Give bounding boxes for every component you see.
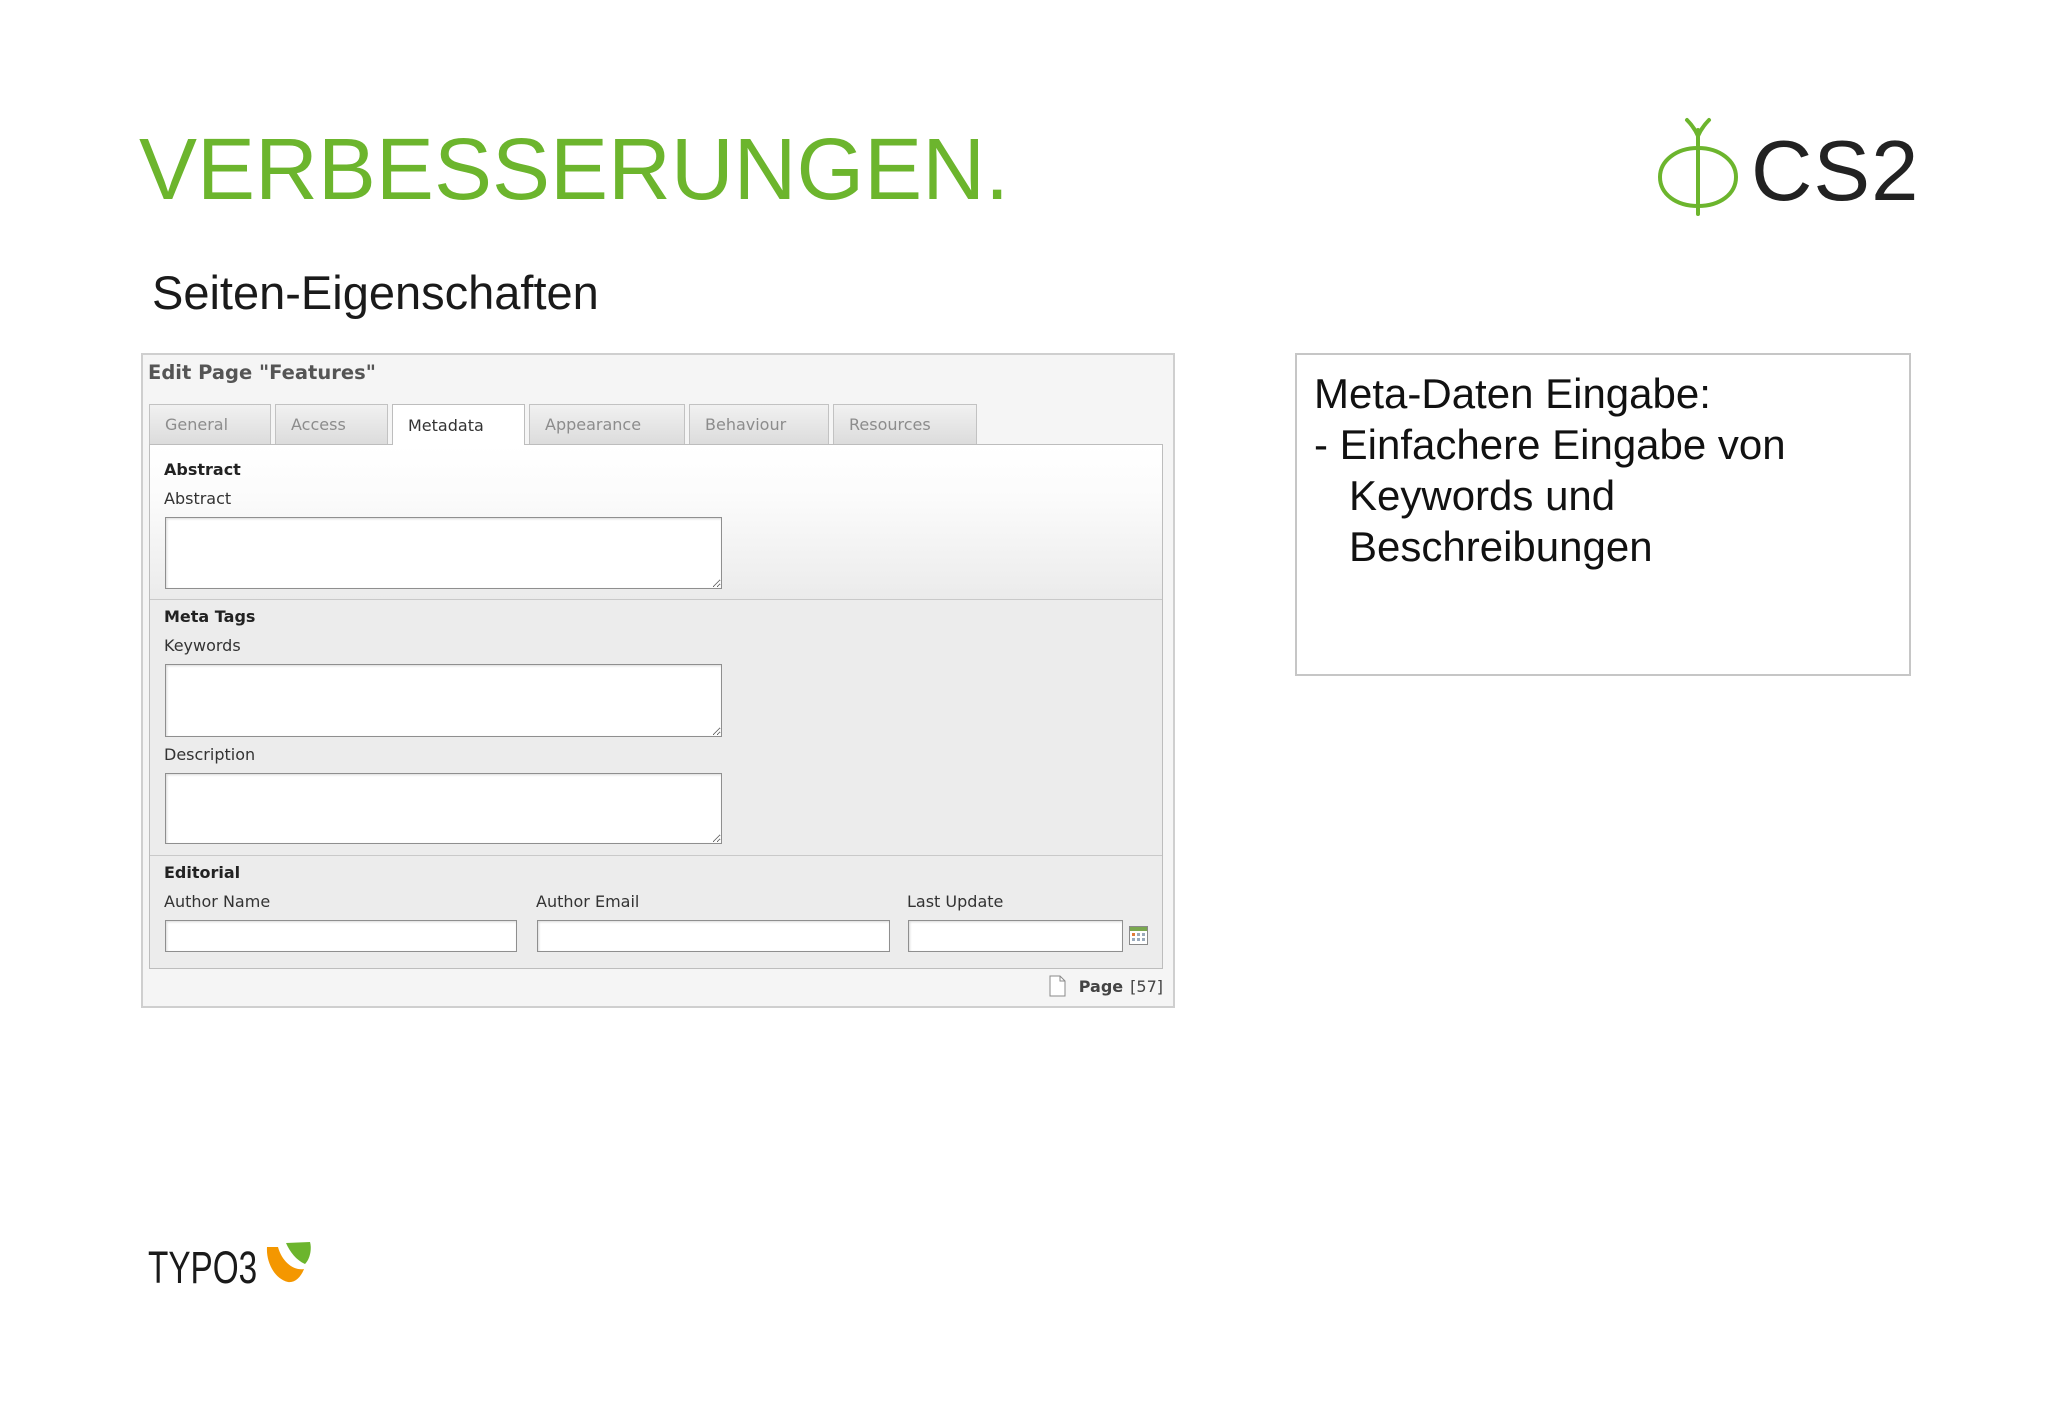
- last-update-input[interactable]: [908, 920, 1123, 952]
- cs2-logo: CS2: [1654, 116, 1924, 219]
- typo3-logo: TYPO3: [148, 1240, 318, 1293]
- author-email-label: Author Email: [536, 892, 640, 911]
- note-line: - Einfachere Eingabe von: [1314, 421, 1786, 468]
- note-line: Keywords und: [1349, 472, 1616, 519]
- tab-content-metadata: Abstract Abstract Meta Tags Keywords Des…: [149, 444, 1163, 969]
- abstract-label: Abstract: [164, 489, 232, 508]
- tab-behaviour[interactable]: Behaviour: [689, 404, 829, 444]
- keywords-label: Keywords: [164, 636, 241, 655]
- presentation-slide: VERBESSERUNGEN. Seiten-Eigenschaften CS2…: [0, 0, 2048, 1418]
- record-info: Page [57]: [1049, 974, 1163, 998]
- tab-access[interactable]: Access: [275, 404, 388, 444]
- calendar-icon[interactable]: [1129, 926, 1148, 945]
- keywords-textarea[interactable]: [165, 664, 722, 737]
- cs2-logo-text: CS2: [1751, 124, 1920, 219]
- typo3-logo-text: TYPO3: [148, 1242, 258, 1293]
- section-meta-tags: Meta Tags Keywords Description: [150, 599, 1162, 855]
- tab-bar: General Access Metadata Appearance Behav…: [149, 404, 977, 445]
- record-id: [57]: [1130, 976, 1163, 996]
- note-box: Meta-Daten Eingabe: - Einfachere Eingabe…: [1295, 353, 1911, 676]
- slide-subtitle: Seiten-Eigenschaften: [152, 266, 599, 319]
- author-name-label: Author Name: [164, 892, 271, 911]
- abstract-textarea[interactable]: [165, 517, 722, 589]
- tab-general[interactable]: General: [149, 404, 271, 444]
- author-name-input[interactable]: [165, 920, 517, 952]
- edit-page-panel: Edit Page "Features" General Access Meta…: [141, 353, 1175, 1008]
- note-line: Meta-Daten Eingabe:: [1314, 370, 1711, 417]
- section-heading-abstract: Abstract: [164, 460, 241, 479]
- note-line: Beschreibungen: [1349, 523, 1653, 570]
- cs2-leaf-icon: [1657, 118, 1739, 216]
- section-editorial: Editorial Author Name Author Email Last …: [150, 855, 1162, 968]
- typo3-icon: [266, 1242, 311, 1283]
- tab-appearance[interactable]: Appearance: [529, 404, 685, 444]
- author-email-input[interactable]: [537, 920, 890, 952]
- section-heading-editorial: Editorial: [164, 863, 241, 882]
- tab-metadata[interactable]: Metadata: [392, 404, 525, 445]
- section-abstract: Abstract Abstract: [150, 445, 1162, 599]
- description-textarea[interactable]: [165, 773, 722, 844]
- panel-title: Edit Page "Features": [148, 361, 376, 384]
- section-heading-meta-tags: Meta Tags: [164, 607, 256, 626]
- record-type: Page: [1078, 976, 1124, 996]
- description-label: Description: [164, 745, 256, 764]
- page-icon: [1049, 975, 1066, 997]
- slide-title: VERBESSERUNGEN.: [139, 121, 1010, 218]
- tab-resources[interactable]: Resources: [833, 404, 977, 444]
- last-update-label: Last Update: [907, 892, 1004, 911]
